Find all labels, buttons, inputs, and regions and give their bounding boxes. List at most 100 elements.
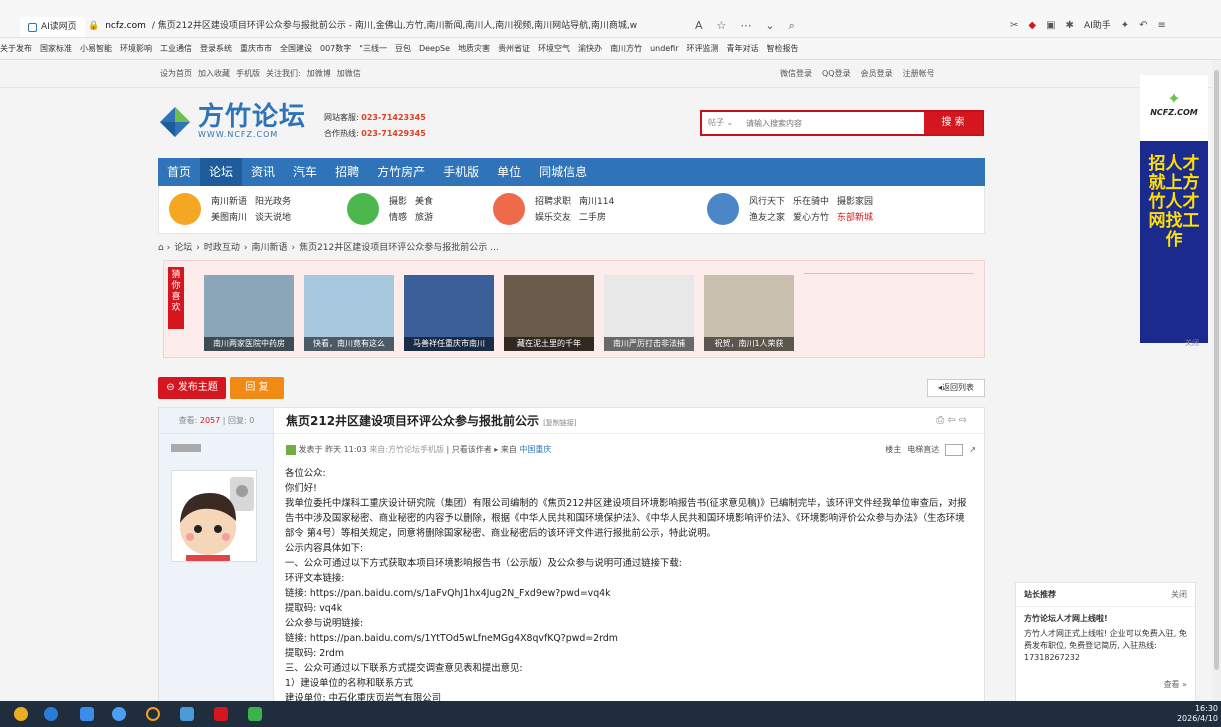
subnav-link[interactable]: 旅游 (415, 213, 433, 223)
showcase-item[interactable]: 马善祥任重庆市南川 (404, 275, 494, 351)
content-line[interactable]: 链接: https://pan.baidu.com/s/1aFvQhJ1hx4J… (285, 586, 970, 601)
bookmark-item[interactable]: 全国建设 (280, 44, 312, 53)
collections-icon[interactable]: ▣ (1046, 16, 1055, 36)
subnav-link[interactable]: 美食 (415, 197, 433, 207)
showcase-item[interactable]: 藏在泥土里的千年 (504, 275, 594, 351)
ie-icon[interactable] (112, 707, 126, 721)
subnav-link[interactable]: 娱乐交友 (535, 213, 571, 223)
address-bar[interactable]: 🔒 ncfz.com / 焦页212井区建设项目环评公众参与报批前公示 - 南川… (88, 16, 788, 36)
bookmark-item[interactable]: 地质灾害 (458, 44, 490, 53)
bookmark-item[interactable]: 007数字 (320, 44, 351, 53)
breadcrumb-item[interactable]: 南川新语 (251, 243, 287, 253)
subnav-link[interactable]: 招聘求职 (535, 197, 571, 207)
topbar-login-link[interactable]: 注册帐号 (903, 60, 935, 88)
bookmark-item[interactable]: 环境空气 (538, 44, 570, 53)
bookmark-item[interactable]: 国家标准 (40, 44, 72, 53)
bookmark-item[interactable]: 豆包 (395, 44, 411, 53)
topbar-link[interactable]: 手机版 (236, 60, 260, 88)
topbar-link[interactable]: 加微信 (337, 60, 361, 88)
topbar-link[interactable]: 加入收藏 (198, 60, 230, 88)
system-clock[interactable]: 16:30 2026/4/10 (1168, 704, 1218, 724)
nav-item[interactable]: 单位 (488, 158, 530, 186)
menu-icon[interactable]: ≡ (1158, 16, 1166, 36)
author-name-redacted[interactable] (171, 444, 201, 452)
bookmark-item[interactable]: 环境影响 (120, 44, 152, 53)
subnav-link[interactable]: 二手房 (579, 213, 606, 223)
subnav-link[interactable]: 乐在骑中 (793, 197, 829, 207)
showcase-item[interactable]: 快看，南川竟有这么 (304, 275, 394, 351)
nav-item[interactable]: 首页 (158, 158, 200, 186)
topbar-login-link[interactable]: QQ登录 (822, 60, 851, 88)
search-input[interactable] (746, 115, 916, 131)
search-icon[interactable]: ⌕ (789, 16, 795, 36)
site-logo[interactable]: 方竹论坛 WWW.NCFZ.COM (158, 104, 306, 139)
subnav-link[interactable]: 南川114 (579, 197, 614, 207)
floor-jump-input[interactable] (945, 444, 964, 456)
showcase-item[interactable]: 南川两家医院中药房 (204, 275, 294, 351)
avatar[interactable] (171, 470, 257, 562)
ad-close-button[interactable]: 关闭 (1185, 338, 1199, 348)
bookmark-item[interactable]: 小易智能 (80, 44, 112, 53)
recommend-close-button[interactable]: 关闭 (1171, 583, 1187, 607)
content-line[interactable]: 链接: https://pan.baidu.com/s/1YtTOd5wLfne… (285, 631, 970, 646)
topbar-login-link[interactable]: 微信登录 (780, 60, 812, 88)
bookmark-item[interactable]: 环评监测 (687, 44, 719, 53)
home-icon[interactable]: ⌂ › (158, 243, 170, 253)
edge-icon[interactable] (80, 707, 94, 721)
bookmark-item[interactable]: undefir (650, 44, 678, 53)
nav-item[interactable]: 同城信息 (530, 158, 596, 186)
wechat-icon[interactable] (248, 707, 262, 721)
bookmark-item[interactable]: 登录系统 (200, 44, 232, 53)
subnav-link[interactable]: 渔友之家 (749, 213, 785, 223)
file-explorer-icon[interactable] (180, 707, 194, 721)
subnav-link[interactable]: 东部新城 (837, 213, 873, 223)
read-aloud-icon[interactable]: A (695, 16, 703, 36)
bookmark-item[interactable]: 贵州省证 (498, 44, 530, 53)
bookmark-item[interactable]: 关于发布 (0, 44, 32, 53)
topbar-link[interactable]: 加微博 (307, 60, 331, 88)
search-taskbar-icon[interactable] (146, 707, 160, 721)
copy-link[interactable]: [复制链接] (543, 419, 576, 427)
showcase-item[interactable]: 南川严厉打击非法捕 (604, 275, 694, 351)
bookmark-item[interactable]: 青年对话 (727, 44, 759, 53)
scissors-icon[interactable]: ✂ (1010, 16, 1018, 36)
nav-item[interactable]: 手机版 (434, 158, 488, 186)
scrollbar-thumb[interactable] (1214, 70, 1219, 670)
recommend-headline[interactable]: 方竹论坛人才网上线啦! (1024, 613, 1190, 625)
topbar-link[interactable]: 设为首页 (160, 60, 192, 88)
more-icon[interactable]: ⋯ (740, 16, 751, 36)
next-icon[interactable]: ⇨ (959, 415, 970, 426)
subnav-link[interactable]: 阳光政务 (255, 197, 291, 207)
breadcrumb-item[interactable]: 时政互动 (204, 243, 240, 253)
bookmark-item[interactable]: "三线一 (359, 44, 387, 53)
nav-item[interactable]: 招聘 (326, 158, 368, 186)
breadcrumb-item[interactable]: 论坛 (174, 243, 192, 253)
bookmark-item[interactable]: 智检报告 (767, 44, 799, 53)
subnav-link[interactable]: 爱心方竹 (793, 213, 829, 223)
bookmark-item[interactable]: 南川方竹 (610, 44, 642, 53)
nav-item[interactable]: 资讯 (242, 158, 284, 186)
subnav-link[interactable]: 摄影家园 (837, 197, 873, 207)
ai-assistant-button[interactable]: AI助手 (1084, 16, 1111, 36)
bookmark-item[interactable]: 工业通信 (160, 44, 192, 53)
topbar-login-link[interactable]: 会员登录 (861, 60, 893, 88)
back-to-list-button[interactable]: ◂返回列表 (927, 379, 985, 397)
games-icon[interactable]: ✦ (1121, 16, 1129, 36)
nav-item[interactable]: 汽车 (284, 158, 326, 186)
recommend-more-link[interactable]: 查看 » (1164, 679, 1187, 690)
bookmark-item[interactable]: DeepSe (419, 44, 450, 53)
reply-button[interactable]: 回 复 (230, 377, 284, 399)
bookmark-item[interactable]: 重庆市市 (240, 44, 272, 53)
search-type-select[interactable]: 帖子 ⌄ (708, 112, 733, 134)
bookmark-item[interactable]: 渝快办 (578, 44, 602, 53)
subnav-link[interactable]: 风行天下 (749, 197, 785, 207)
search-button[interactable]: 搜 索 (924, 112, 982, 134)
prev-icon[interactable]: ⇦ (947, 415, 958, 426)
new-post-button[interactable]: ⊖ 发布主题 (158, 377, 226, 399)
chevron-down-icon[interactable]: ⌄ (765, 16, 774, 36)
undo-icon[interactable]: ↶ (1139, 16, 1147, 36)
browser-icon[interactable] (44, 707, 58, 721)
wps-icon[interactable] (214, 707, 228, 721)
pin-icon[interactable]: ✱ (1066, 16, 1074, 36)
only-author-link[interactable]: 只看该作者 (452, 445, 492, 454)
